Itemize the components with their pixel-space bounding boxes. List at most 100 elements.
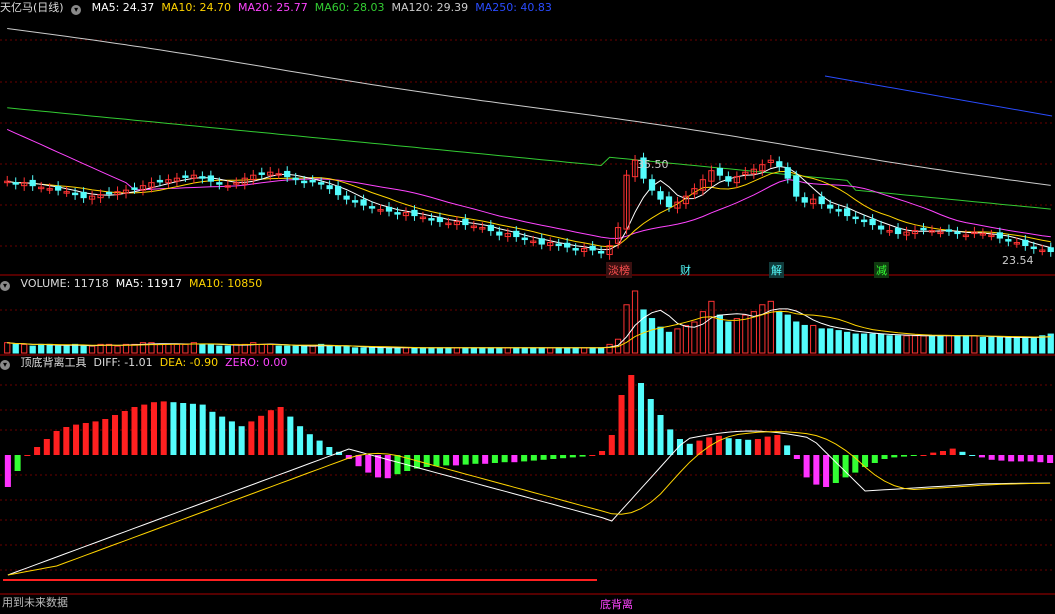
volume-bar — [759, 304, 766, 354]
volume-bar — [470, 347, 477, 354]
indicator-histogram-bar — [891, 455, 898, 458]
volume-bar — [818, 328, 825, 354]
volume-bar — [665, 331, 673, 354]
candle-body — [801, 197, 808, 203]
indicator-histogram-bar — [131, 407, 138, 455]
candle-body — [428, 218, 435, 221]
indicator-histogram-bar — [560, 455, 567, 459]
volume-bar — [911, 335, 919, 354]
volume-bar — [742, 314, 749, 354]
candle-body — [776, 161, 783, 167]
volume-bar — [835, 330, 842, 354]
volume-bar — [648, 318, 656, 354]
indicator-histogram-bar — [667, 429, 674, 455]
indicator-histogram-bar — [647, 399, 654, 455]
volume-bar — [725, 321, 732, 354]
volume-panel-header: ▾ VOLUME: 11718 MA5: 11917 MA10: 10850 — [0, 276, 276, 292]
volume-bar — [46, 343, 53, 354]
indicator-histogram-bar — [433, 455, 440, 467]
ma5-line — [7, 165, 1051, 251]
volume-bar — [886, 335, 893, 354]
volume-bar — [301, 345, 308, 354]
volume-bar — [173, 343, 181, 354]
indicator-histogram-bar — [949, 448, 956, 455]
indicator-histogram-bar — [180, 403, 187, 455]
event-marker-unlock[interactable]: 解 — [769, 262, 784, 278]
candle-body — [835, 209, 842, 212]
volume-bar — [267, 343, 274, 354]
candle-body — [1030, 246, 1037, 250]
volume-bar — [954, 335, 961, 354]
dropdown-icon[interactable]: ▾ — [71, 5, 82, 15]
candle-body — [394, 212, 401, 215]
volume-bar — [928, 335, 936, 354]
volume-label-2: MA10: 10850 — [188, 277, 263, 290]
event-marker-reduce[interactable]: 减 — [874, 262, 889, 278]
dropdown-icon[interactable]: ▾ — [0, 281, 10, 291]
candle-body — [725, 176, 732, 182]
volume-label-1: MA5: 11917 — [115, 277, 182, 290]
candle-body — [496, 231, 503, 236]
volume-bar — [258, 343, 265, 354]
indicator-histogram-bar — [4, 455, 11, 487]
candle-body — [368, 206, 376, 209]
volume-bar — [292, 345, 299, 354]
volume-bar — [360, 347, 367, 354]
indicator-histogram-bar — [491, 455, 498, 463]
event-marker-finance[interactable]: 财 — [680, 262, 691, 278]
indicator-histogram-bar — [628, 375, 635, 455]
volume-bar — [776, 311, 783, 354]
candle-body — [199, 176, 206, 179]
candle-body — [207, 175, 214, 182]
indicator-histogram-bar — [599, 451, 606, 455]
ma-label-3: MA60: 28.03 — [314, 1, 385, 14]
volume-bar — [860, 333, 868, 354]
volume-bar — [572, 347, 579, 354]
indicator-label-2: DEA: -0.90 — [159, 356, 219, 369]
volume-bar — [1022, 336, 1029, 354]
indicator-histogram-bar — [910, 455, 917, 456]
candle-body — [793, 175, 800, 197]
candle-body — [55, 185, 62, 191]
candle-body — [1022, 239, 1029, 247]
indicator-histogram-bar — [384, 455, 391, 479]
volume-bar — [1013, 336, 1020, 354]
volume-bar — [996, 336, 1003, 354]
indicator-histogram-bar — [209, 411, 216, 455]
indicator-histogram-bar — [102, 419, 109, 455]
indicator-histogram-bar — [521, 455, 528, 462]
indicator-histogram-bar — [540, 455, 547, 460]
indicator-histogram-bar — [686, 443, 693, 455]
indicator-histogram-bar — [530, 455, 537, 461]
candle-body — [827, 204, 834, 209]
volume-bar — [12, 343, 19, 354]
candle-body — [71, 192, 79, 196]
dropdown-icon[interactable]: ▾ — [0, 360, 10, 370]
indicator-histogram-bar — [24, 455, 31, 456]
indicator-histogram-bar — [111, 415, 119, 455]
volume-bar — [38, 343, 45, 354]
volume-bar — [156, 343, 164, 354]
indicator-histogram-bar — [258, 415, 265, 455]
candle-body — [657, 191, 664, 200]
indicator-histogram-bar — [618, 395, 625, 455]
indicator-histogram-bar — [277, 407, 284, 455]
indicator-histogram-bar — [63, 427, 70, 455]
indicator-histogram-bar — [793, 455, 800, 459]
candle-body — [852, 216, 859, 220]
volume-bar — [436, 347, 444, 354]
candle-body — [284, 170, 291, 178]
volume-ma5-line — [7, 308, 1051, 349]
volume-bar — [513, 347, 520, 354]
stock-chart-canvas[interactable] — [0, 0, 1055, 614]
indicator-histogram-bar — [803, 455, 810, 478]
volume-bar — [903, 335, 910, 354]
event-marker-list[interactable]: 淡榜 — [606, 262, 632, 278]
candle-body — [462, 218, 469, 226]
volume-bar — [631, 290, 639, 354]
volume-bar — [657, 326, 664, 354]
candle-body — [216, 182, 223, 185]
volume-bar — [767, 300, 774, 354]
volume-bar — [988, 336, 995, 354]
volume-bar — [351, 347, 359, 354]
